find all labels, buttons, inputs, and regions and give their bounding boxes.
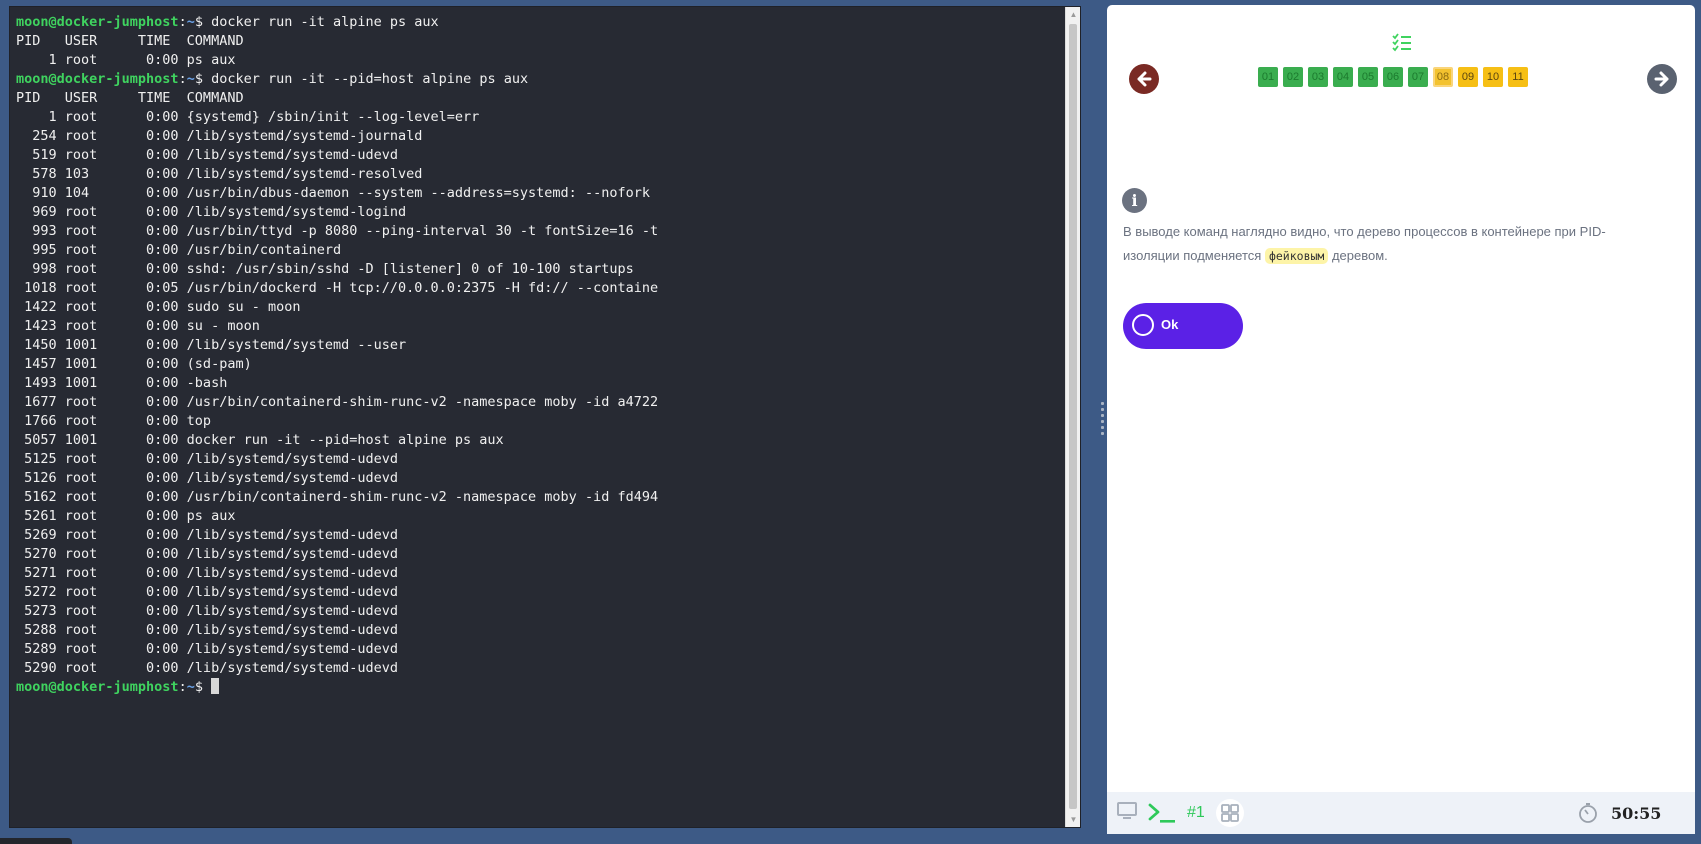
terminal-output-line: 5261 root 0:00 ps aux: [16, 508, 236, 524]
timer: 50:55: [1611, 804, 1662, 823]
terminal-output-line: 519 root 0:00 /lib/systemd/systemd-udevd: [16, 147, 399, 163]
terminal-prompt-line: moon@docker-jumphost:~$: [16, 678, 658, 697]
terminal-scrollbar[interactable]: ▲ ▼: [1065, 7, 1080, 827]
terminal-output-line: 1423 root 0:00 su - moon: [16, 318, 260, 334]
terminal-output-line: 1457 1001 0:00 (sd-pam): [16, 356, 252, 372]
step-07[interactable]: 07: [1408, 67, 1428, 87]
step-02[interactable]: 02: [1283, 67, 1303, 87]
prompt-command: docker run -it alpine ps aux: [211, 14, 439, 30]
terminal-output-line: PID USER TIME COMMAND: [16, 90, 244, 106]
prompt-path: ~: [186, 14, 195, 30]
terminal-output: moon@docker-jumphost:~$ docker run -it a…: [16, 13, 658, 697]
terminal-output-line: 254 root 0:00 /lib/systemd/systemd-journ…: [16, 128, 423, 144]
terminal-output-line: 910 104 0:00 /usr/bin/dbus-daemon --syst…: [16, 185, 650, 201]
step-11[interactable]: 11: [1508, 67, 1528, 87]
prompt-command: docker run -it --pid=host alpine ps aux: [211, 71, 529, 87]
info-highlight: фейковым: [1264, 248, 1329, 264]
scrollbar-thumb[interactable]: [1069, 24, 1077, 809]
next-step-button[interactable]: [1647, 64, 1677, 94]
terminal-output-line: 969 root 0:00 /lib/systemd/systemd-login…: [16, 204, 407, 220]
terminal-output-line: 5272 root 0:00 /lib/systemd/systemd-udev…: [16, 584, 399, 600]
terminal-prompt-line: moon@docker-jumphost:~$ docker run -it -…: [16, 71, 529, 87]
ok-button-label: Ok: [1161, 317, 1179, 332]
prompt-user-host: moon@docker-jumphost: [16, 71, 179, 87]
terminal-output-line: 5269 root 0:00 /lib/systemd/systemd-udev…: [16, 527, 399, 543]
stopwatch-icon: [1579, 803, 1597, 823]
terminal-output-line: 5288 root 0:00 /lib/systemd/systemd-udev…: [16, 622, 399, 638]
terminal-output-line: 1450 1001 0:00 /lib/systemd/systemd --us…: [16, 337, 407, 353]
previous-step-button[interactable]: [1129, 64, 1159, 94]
step-01[interactable]: 01: [1258, 67, 1278, 87]
step-09[interactable]: 09: [1458, 67, 1478, 87]
step-05[interactable]: 05: [1358, 67, 1378, 87]
arrow-left-icon: [1137, 71, 1152, 87]
panel-resize-handle[interactable]: [1100, 400, 1106, 436]
prompt-user-host: moon@docker-jumphost: [16, 14, 179, 30]
tasks-list-icon[interactable]: [1391, 31, 1413, 53]
terminal-output-line: 1493 1001 0:00 -bash: [16, 375, 228, 391]
scroll-down-arrow-icon[interactable]: ▼: [1066, 812, 1080, 827]
step-10[interactable]: 10: [1483, 67, 1503, 87]
terminal-output-line: 998 root 0:00 sshd: /usr/sbin/sshd -D [l…: [16, 261, 634, 277]
terminal-output-line: 1 root 0:00 {systemd} /sbin/init --log-l…: [16, 109, 480, 125]
terminal-output-line: 5057 1001 0:00 docker run -it --pid=host…: [16, 432, 504, 448]
scroll-up-arrow-icon[interactable]: ▲: [1066, 7, 1080, 22]
info-text: В выводе команд наглядно видно, что дере…: [1123, 220, 1643, 268]
terminal-output-line: 1018 root 0:05 /usr/bin/dockerd -H tcp:/…: [16, 280, 659, 296]
arrow-right-icon: [1654, 71, 1669, 87]
prompt-path: ~: [186, 679, 195, 695]
step-03[interactable]: 03: [1308, 67, 1328, 87]
terminal-output-line: 5125 root 0:00 /lib/systemd/systemd-udev…: [16, 451, 399, 467]
terminal-output-line: 1 root 0:00 ps aux: [16, 52, 236, 68]
terminal-output-line: 1677 root 0:00 /usr/bin/containerd-shim-…: [16, 394, 659, 410]
terminal-output-line: 993 root 0:00 /usr/bin/ttyd -p 8080 --pi…: [16, 223, 659, 239]
terminal-output-line: 5273 root 0:00 /lib/systemd/systemd-udev…: [16, 603, 399, 619]
bottom-toolbar: #1 50:55: [1107, 792, 1695, 834]
terminal-output-line: 5271 root 0:00 /lib/systemd/systemd-udev…: [16, 565, 399, 581]
terminal-cursor: [211, 678, 220, 694]
grid-layout-button[interactable]: [1216, 799, 1244, 827]
ok-button[interactable]: Ok: [1123, 303, 1243, 349]
info-text-part: деревом.: [1328, 248, 1388, 263]
step-navigation: 01 02 03 04 05 06 07 08 09 10 11: [1258, 67, 1528, 87]
terminal-output-line: PID USER TIME COMMAND: [16, 33, 244, 49]
terminal-output-line: 5270 root 0:00 /lib/systemd/systemd-udev…: [16, 546, 399, 562]
prompt-path: ~: [186, 71, 195, 87]
info-icon: i: [1122, 188, 1147, 213]
terminal-output-line: 1422 root 0:00 sudo su - moon: [16, 299, 301, 315]
prompt-user-host: moon@docker-jumphost: [16, 679, 179, 695]
terminal-output-line: 578 103 0:00 /lib/systemd/systemd-resolv…: [16, 166, 423, 182]
terminal-tab-number[interactable]: #1: [1187, 804, 1205, 822]
terminal-output-line: 1766 root 0:00 top: [16, 413, 212, 429]
taskbar-corner: [0, 838, 72, 844]
terminal-output-line: 5162 root 0:00 /usr/bin/containerd-shim-…: [16, 489, 659, 505]
terminal-prompt-line: moon@docker-jumphost:~$ docker run -it a…: [16, 14, 439, 30]
terminal-output-line: 5290 root 0:00 /lib/systemd/systemd-udev…: [16, 660, 399, 676]
lesson-panel: 01 02 03 04 05 06 07 08 09 10 11 i В выводе команд…: [1107, 5, 1695, 834]
terminal-icon[interactable]: [1147, 802, 1177, 824]
step-06[interactable]: 06: [1383, 67, 1403, 87]
grid-icon: [1221, 804, 1239, 822]
radio-circle-icon: [1132, 314, 1154, 336]
step-08[interactable]: 08: [1433, 67, 1453, 87]
terminal-output-line: 995 root 0:00 /usr/bin/containerd: [16, 242, 342, 258]
terminal-output-line: 5126 root 0:00 /lib/systemd/systemd-udev…: [16, 470, 399, 486]
terminal[interactable]: moon@docker-jumphost:~$ docker run -it a…: [9, 6, 1081, 828]
terminal-output-line: 5289 root 0:00 /lib/systemd/systemd-udev…: [16, 641, 399, 657]
step-04[interactable]: 04: [1333, 67, 1353, 87]
monitor-icon[interactable]: [1116, 800, 1138, 822]
